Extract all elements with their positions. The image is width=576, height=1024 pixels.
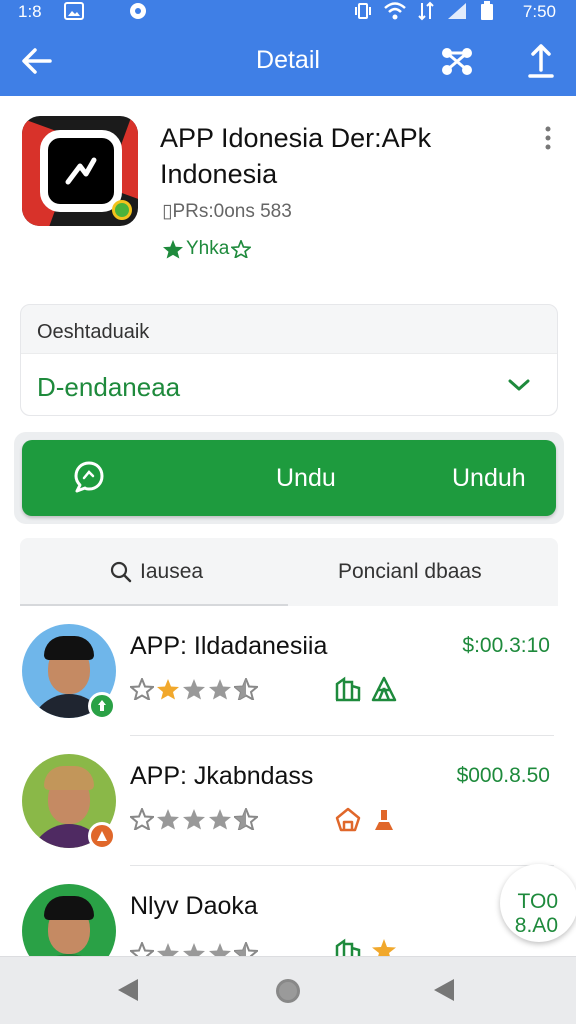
search-icon	[110, 561, 132, 583]
list-item-name: Nlyv Daoka	[130, 892, 258, 920]
list-item-name: APP: Ildadanesiia	[130, 632, 328, 660]
tab-search[interactable]: Iausea	[110, 560, 203, 584]
star-half-icon	[234, 678, 258, 700]
status-time-right: 7:50	[522, 2, 556, 21]
download-button[interactable]: Undu Unduh	[22, 440, 556, 516]
star-outline-icon	[130, 678, 154, 700]
app-rating: Yhka	[162, 238, 252, 260]
app-detail-card: APP Idonesia Der:APk Indonesia ▯PRs:0ons…	[0, 96, 576, 978]
star-filled-icon	[163, 239, 183, 259]
row-icons	[334, 676, 398, 702]
home-nav-icon[interactable]	[274, 977, 302, 1010]
star-outline-icon	[231, 240, 252, 258]
list-item-price: $:00.3:10	[462, 634, 550, 657]
list-item[interactable]: APP: Jkabndass $000.8.50	[0, 736, 576, 866]
signal-icon	[446, 1, 468, 21]
recent-nav-icon[interactable]	[432, 977, 456, 1008]
list-item[interactable]: APP: Ildadanesiia $:00.3:10	[0, 606, 576, 736]
record-icon	[128, 1, 148, 21]
star-outline-icon	[130, 808, 154, 830]
tab-details-label: Poncianl dbaas	[338, 560, 482, 583]
share-icon[interactable]	[440, 44, 474, 78]
select-label: Oeshtaduaik	[37, 321, 150, 343]
download-icon[interactable]	[524, 42, 558, 80]
wifi-icon	[384, 1, 406, 21]
app-logo-icon	[22, 116, 138, 226]
tab-details[interactable]: Poncianl dbaas	[338, 560, 482, 584]
row-icons	[334, 806, 398, 832]
star-filled-icon	[209, 809, 231, 830]
tab-search-label: Iausea	[140, 560, 204, 583]
category-badge-icon	[88, 822, 116, 850]
download-label-primary: Undu	[276, 464, 336, 492]
rating-stars	[130, 678, 258, 700]
chat-bubble-icon	[72, 460, 106, 494]
system-nav-bar	[0, 956, 576, 1024]
lamp-icon	[375, 810, 393, 830]
select-value[interactable]: D-endaneaa	[37, 372, 180, 403]
vibrate-icon	[354, 1, 372, 21]
list-item-price: $000.8.50	[456, 764, 550, 787]
star-filled-icon	[183, 809, 205, 830]
star-filled-icon	[209, 679, 231, 700]
rating-stars	[130, 808, 258, 830]
variant-select[interactable]: Oeshtaduaik D-endaneaa	[20, 304, 558, 416]
page-title: Detail	[256, 46, 320, 74]
star-half-icon	[234, 808, 258, 830]
tab-bar: Iausea Poncianl dbaas	[20, 538, 558, 606]
list-item-name: APP: Jkabndass	[130, 762, 314, 790]
app-bar: Detail	[0, 24, 576, 96]
app-title: APP Idonesia Der:APk Indonesia	[160, 123, 432, 189]
app-meta: ▯PRs:0ons 583	[162, 201, 292, 222]
tent-icon	[371, 676, 397, 702]
more-options-icon[interactable]	[540, 126, 556, 150]
star-filled-icon	[157, 809, 179, 830]
gallery-icon	[64, 1, 84, 21]
house-icon	[335, 807, 361, 832]
back-nav-icon[interactable]	[116, 977, 140, 1008]
download-label-secondary: Unduh	[452, 464, 526, 492]
category-badge-icon	[88, 692, 116, 720]
list-item-price: TO0 8.A0	[514, 890, 558, 937]
building-icon	[335, 676, 361, 702]
floating-price-button[interactable]: TO0 8.A0	[500, 864, 576, 942]
chevron-down-icon[interactable]	[507, 376, 531, 394]
battery-icon	[480, 1, 494, 21]
rating-text: Yhka	[186, 238, 230, 259]
data-icon	[416, 1, 436, 21]
status-time-left: 1:8	[18, 2, 42, 21]
star-filled-icon	[157, 679, 179, 700]
star-filled-icon	[183, 679, 205, 700]
status-bar: 1:8 7:50	[0, 0, 576, 24]
